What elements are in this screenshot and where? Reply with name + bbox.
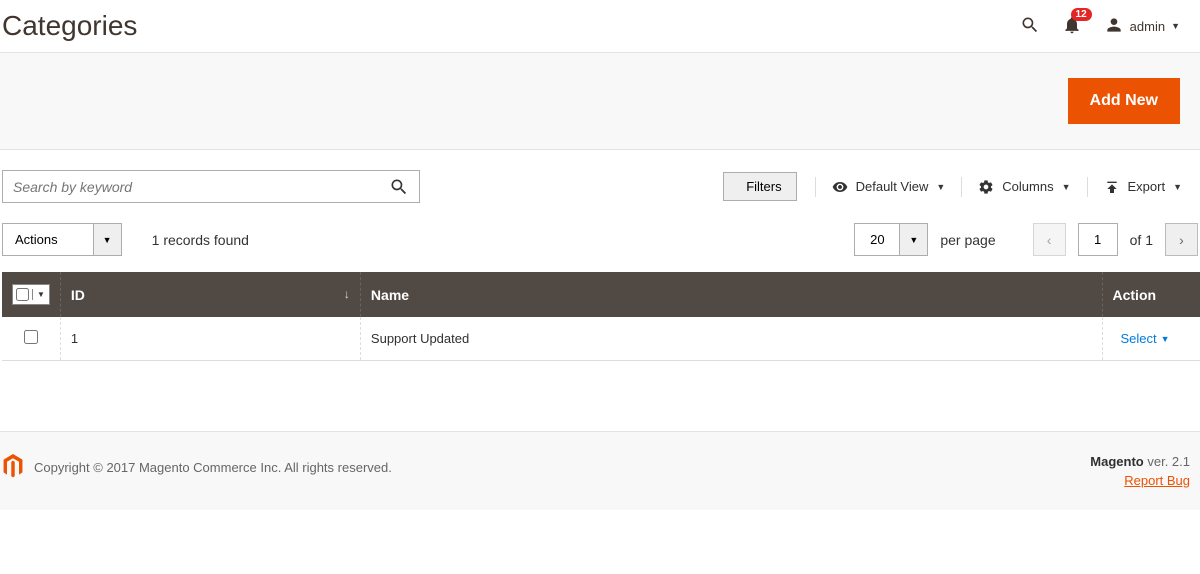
data-grid: ▼ ID ↓ Name Action 1 Support Updated [2, 272, 1200, 361]
page-size-toggle[interactable]: ▼ [899, 224, 927, 255]
prev-page-button[interactable]: ‹ [1033, 223, 1066, 256]
select-action[interactable]: Select ▼ [1121, 331, 1170, 346]
export-button[interactable]: Export ▼ [1087, 177, 1199, 197]
select-all-header[interactable]: ▼ [2, 272, 60, 317]
magento-logo-icon [2, 454, 24, 481]
chevron-down-icon: ▼ [936, 182, 945, 192]
default-view-label: Default View [856, 179, 929, 194]
brand-name: Magento [1090, 454, 1143, 469]
column-name-label: Name [371, 287, 409, 303]
version-number: ver. 2.1 [1144, 454, 1190, 469]
column-id[interactable]: ID ↓ [60, 272, 360, 317]
toolbar-controls: Filters Default View ▼ Columns ▼ Export … [723, 172, 1198, 201]
magnifier-icon [389, 177, 409, 197]
per-page-label: per page [940, 232, 995, 248]
column-name[interactable]: Name [360, 272, 1102, 317]
actions-button[interactable]: Actions [3, 224, 93, 255]
footer: Copyright © 2017 Magento Commerce Inc. A… [0, 431, 1200, 510]
select-all-checkbox[interactable] [16, 288, 29, 301]
pagination-bar: Actions ▼ 1 records found ▼ per page ‹ o… [0, 215, 1200, 272]
header: Categories 12 admin ▼ [0, 0, 1200, 52]
columns-button[interactable]: Columns ▼ [961, 177, 1086, 197]
copyright-text: Copyright © 2017 Magento Commerce Inc. A… [34, 460, 392, 475]
search-input[interactable] [3, 179, 379, 195]
search-box [2, 170, 420, 203]
column-action: Action [1102, 272, 1200, 317]
column-action-label: Action [1113, 287, 1157, 303]
chevron-down-icon: ▼ [1171, 21, 1180, 31]
footer-left: Copyright © 2017 Magento Commerce Inc. A… [2, 454, 392, 481]
add-new-button[interactable]: Add New [1068, 78, 1180, 124]
header-right: 12 admin ▼ [1020, 15, 1180, 38]
export-icon [1104, 179, 1120, 195]
records-found: 1 records found [152, 232, 249, 248]
pager: ‹ of 1 › [1033, 223, 1198, 256]
select-label: Select [1121, 331, 1157, 346]
action-bar: Add New [0, 52, 1200, 150]
row-checkbox-cell [2, 317, 60, 361]
search-button[interactable] [379, 171, 419, 202]
notification-badge: 12 [1071, 8, 1092, 21]
page-input[interactable] [1078, 223, 1118, 256]
filters-label: Filters [746, 179, 781, 194]
footer-right: Magento ver. 2.1 Report Bug [1090, 454, 1190, 488]
sort-arrow-icon: ↓ [344, 287, 350, 301]
user-menu[interactable]: admin ▼ [1104, 15, 1180, 38]
report-bugs-link[interactable]: Report Bug [1090, 473, 1190, 488]
export-label: Export [1128, 179, 1166, 194]
toolbar: Filters Default View ▼ Columns ▼ Export … [0, 150, 1200, 215]
eye-icon [832, 179, 848, 195]
table-row[interactable]: 1 Support Updated Select ▼ [2, 317, 1200, 361]
chevron-down-icon: ▼ [1161, 334, 1170, 344]
user-icon [1104, 15, 1124, 38]
default-view-button[interactable]: Default View ▼ [815, 177, 962, 197]
row-id: 1 [60, 317, 360, 361]
row-name: Support Updated [360, 317, 1102, 361]
page-size-input[interactable] [855, 224, 899, 255]
notifications-icon[interactable]: 12 [1062, 15, 1082, 38]
search-icon[interactable] [1020, 15, 1040, 38]
left-group: Actions ▼ 1 records found [2, 223, 249, 256]
page-size-selector[interactable]: ▼ [854, 223, 928, 256]
actions-toggle[interactable]: ▼ [93, 224, 121, 255]
bulk-actions-dropdown[interactable]: Actions ▼ [2, 223, 122, 256]
row-checkbox[interactable] [24, 330, 38, 344]
user-name: admin [1130, 19, 1165, 34]
gear-icon [978, 179, 994, 195]
header-row: ▼ ID ↓ Name Action [2, 272, 1200, 317]
filters-button[interactable]: Filters [723, 172, 796, 201]
column-id-label: ID [71, 287, 85, 303]
page-title: Categories [0, 10, 137, 42]
chevron-down-icon: ▼ [1173, 182, 1182, 192]
chevron-down-icon[interactable]: ▼ [32, 289, 49, 300]
columns-label: Columns [1002, 179, 1053, 194]
next-page-button[interactable]: › [1165, 223, 1198, 256]
chevron-down-icon: ▼ [1062, 182, 1071, 192]
row-action-cell: Select ▼ [1102, 317, 1200, 361]
version-text: Magento ver. 2.1 [1090, 454, 1190, 469]
page-count: of 1 [1130, 232, 1153, 248]
right-group: ▼ per page ‹ of 1 › [854, 223, 1198, 256]
